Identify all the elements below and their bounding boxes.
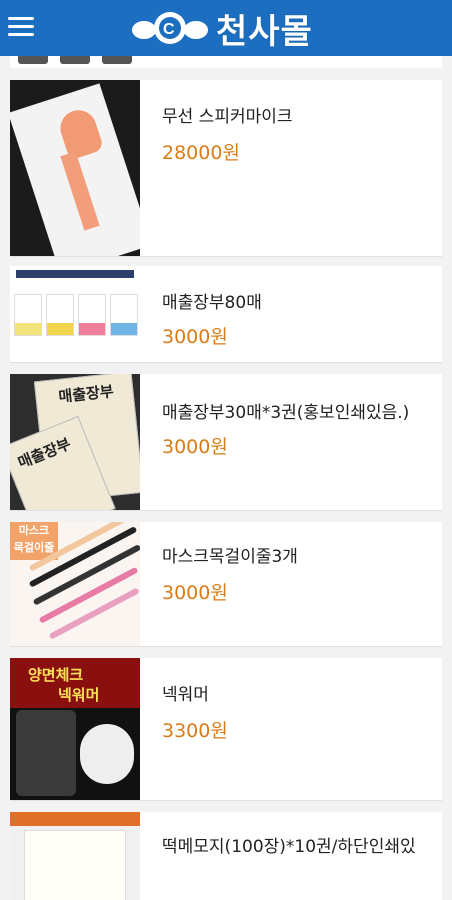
- product-price: 28000원: [162, 142, 240, 164]
- neck-warmer-title-1: 양면체크: [28, 666, 84, 684]
- product-price: 3000원: [162, 582, 228, 604]
- ledger-cover-label: 매출장부: [57, 382, 115, 406]
- product-item[interactable]: 양면체크 넥워머 넥워머 3300원: [10, 658, 442, 800]
- product-image-memo-pad[interactable]: [10, 812, 140, 900]
- product-title[interactable]: 무선 스피커마이크: [162, 102, 293, 127]
- product-item[interactable]: 매출장부80매 3000원: [10, 266, 442, 362]
- svg-text:C: C: [163, 21, 175, 38]
- product-image-microphone[interactable]: [10, 80, 140, 256]
- product-item[interactable]: 떡메모지(100장)*10권/하단인쇄있: [10, 812, 442, 900]
- thumb-stub: [18, 56, 48, 64]
- product-image-neck-warmer[interactable]: 양면체크 넥워머: [10, 658, 140, 800]
- hamburger-menu-icon[interactable]: [8, 17, 34, 39]
- product-item[interactable]: 매출장부 매출장부 매출장부30매*3권(홍보인쇄있음.) 3000원: [10, 374, 442, 510]
- product-title[interactable]: 넥워머: [162, 680, 209, 705]
- product-price: 3000원: [162, 436, 228, 458]
- app-header: C 천사몰: [0, 0, 452, 56]
- neck-warmer-title-2: 넥워머: [58, 686, 100, 704]
- ledger-cover-label-2: 매출장부: [15, 434, 74, 472]
- previous-item-remnant: [10, 56, 442, 68]
- thumb-stub: [60, 56, 90, 64]
- product-title[interactable]: 떡메모지(100장)*10권/하단인쇄있: [162, 832, 416, 857]
- product-title[interactable]: 매출장부30매*3권(홍보인쇄있음.): [162, 398, 409, 423]
- product-item[interactable]: 무선 스피커마이크 28000원: [10, 80, 442, 256]
- product-title[interactable]: 마스크목걸이줄3개: [162, 542, 298, 567]
- product-item[interactable]: 마스크 목걸이줄 마스크목걸이줄3개 3000원: [10, 522, 442, 646]
- thumb-stub: [102, 56, 132, 64]
- product-price: 3300원: [162, 720, 228, 742]
- angel-c-logo-icon: C: [132, 12, 208, 44]
- product-image-ledger-books[interactable]: 매출장부 매출장부: [10, 374, 140, 510]
- product-image-mask-strap[interactable]: 마스크 목걸이줄: [10, 522, 140, 646]
- product-title[interactable]: 매출장부80매: [162, 288, 262, 313]
- product-price: 3000원: [162, 326, 228, 348]
- brand-name: 천사몰: [216, 11, 313, 52]
- product-image-ledger[interactable]: [10, 266, 140, 362]
- brand-logo[interactable]: C 천사몰: [130, 6, 313, 52]
